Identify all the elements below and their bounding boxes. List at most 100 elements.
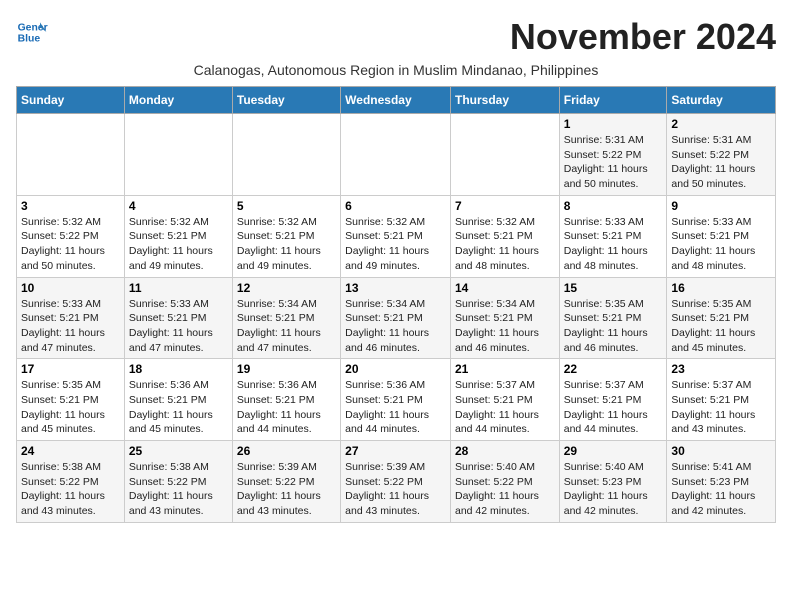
- day-number: 8: [564, 199, 663, 213]
- calendar-subtitle: Calanogas, Autonomous Region in Muslim M…: [16, 62, 776, 78]
- day-info: Sunrise: 5:39 AM Sunset: 5:22 PM Dayligh…: [345, 460, 446, 519]
- page-header: General Blue November 2024: [16, 16, 776, 58]
- day-info: Sunrise: 5:37 AM Sunset: 5:21 PM Dayligh…: [564, 378, 663, 437]
- day-number: 24: [21, 444, 120, 458]
- day-number: 3: [21, 199, 120, 213]
- day-number: 21: [455, 362, 555, 376]
- calendar-week-row: 17 Sunrise: 5:35 AM Sunset: 5:21 PM Dayli…: [17, 359, 776, 441]
- day-info: Sunrise: 5:34 AM Sunset: 5:21 PM Dayligh…: [237, 297, 336, 356]
- calendar-cell: 21 Sunrise: 5:37 AM Sunset: 5:21 PM Dayli…: [450, 359, 559, 441]
- calendar-cell: 17 Sunrise: 5:35 AM Sunset: 5:21 PM Dayli…: [17, 359, 125, 441]
- day-number: 27: [345, 444, 446, 458]
- day-number: 1: [564, 117, 663, 131]
- calendar-cell: 11Sunrise: 5:33 AM Sunset: 5:21 PM Dayli…: [124, 277, 232, 359]
- day-info: Sunrise: 5:32 AM Sunset: 5:21 PM Dayligh…: [345, 215, 446, 274]
- day-info: Sunrise: 5:32 AM Sunset: 5:21 PM Dayligh…: [129, 215, 228, 274]
- day-info: Sunrise: 5:36 AM Sunset: 5:21 PM Dayligh…: [237, 378, 336, 437]
- month-title: November 2024: [510, 16, 776, 58]
- day-info: Sunrise: 5:35 AM Sunset: 5:21 PM Dayligh…: [671, 297, 771, 356]
- calendar-cell: 14 Sunrise: 5:34 AM Sunset: 5:21 PM Dayli…: [450, 277, 559, 359]
- calendar-week-row: 3 Sunrise: 5:32 AM Sunset: 5:22 PM Daylig…: [17, 195, 776, 277]
- day-number: 18: [129, 362, 228, 376]
- day-info: Sunrise: 5:31 AM Sunset: 5:22 PM Dayligh…: [671, 133, 771, 192]
- day-info: Sunrise: 5:37 AM Sunset: 5:21 PM Dayligh…: [671, 378, 771, 437]
- calendar-cell: 2 Sunrise: 5:31 AM Sunset: 5:22 PM Daylig…: [667, 114, 776, 196]
- day-number: 28: [455, 444, 555, 458]
- calendar-cell: 22 Sunrise: 5:37 AM Sunset: 5:21 PM Dayli…: [559, 359, 667, 441]
- calendar-cell: [341, 114, 451, 196]
- weekday-header-wednesday: Wednesday: [341, 87, 451, 114]
- day-info: Sunrise: 5:31 AM Sunset: 5:22 PM Dayligh…: [564, 133, 663, 192]
- calendar-cell: 30 Sunrise: 5:41 AM Sunset: 5:23 PM Dayli…: [667, 441, 776, 523]
- calendar-cell: 7Sunrise: 5:32 AM Sunset: 5:21 PM Daylig…: [450, 195, 559, 277]
- weekday-header-tuesday: Tuesday: [232, 87, 340, 114]
- day-info: Sunrise: 5:36 AM Sunset: 5:21 PM Dayligh…: [129, 378, 228, 437]
- weekday-header-sunday: Sunday: [17, 87, 125, 114]
- day-info: Sunrise: 5:41 AM Sunset: 5:23 PM Dayligh…: [671, 460, 771, 519]
- day-number: 2: [671, 117, 771, 131]
- weekday-header-row: SundayMondayTuesdayWednesdayThursdayFrid…: [17, 87, 776, 114]
- calendar-week-row: 10Sunrise: 5:33 AM Sunset: 5:21 PM Dayli…: [17, 277, 776, 359]
- calendar-cell: 15 Sunrise: 5:35 AM Sunset: 5:21 PM Dayli…: [559, 277, 667, 359]
- weekday-header-friday: Friday: [559, 87, 667, 114]
- day-number: 20: [345, 362, 446, 376]
- day-info: Sunrise: 5:33 AM Sunset: 5:21 PM Dayligh…: [671, 215, 771, 274]
- calendar-cell: 1 Sunrise: 5:31 AM Sunset: 5:22 PM Daylig…: [559, 114, 667, 196]
- calendar-cell: 28Sunrise: 5:40 AM Sunset: 5:22 PM Dayli…: [450, 441, 559, 523]
- calendar-cell: 19 Sunrise: 5:36 AM Sunset: 5:21 PM Dayli…: [232, 359, 340, 441]
- day-info: Sunrise: 5:36 AM Sunset: 5:21 PM Dayligh…: [345, 378, 446, 437]
- day-info: Sunrise: 5:33 AM Sunset: 5:21 PM Dayligh…: [21, 297, 120, 356]
- weekday-header-monday: Monday: [124, 87, 232, 114]
- day-info: Sunrise: 5:37 AM Sunset: 5:21 PM Dayligh…: [455, 378, 555, 437]
- day-number: 7: [455, 199, 555, 213]
- day-info: Sunrise: 5:39 AM Sunset: 5:22 PM Dayligh…: [237, 460, 336, 519]
- calendar-cell: 26 Sunrise: 5:39 AM Sunset: 5:22 PM Dayli…: [232, 441, 340, 523]
- day-info: Sunrise: 5:35 AM Sunset: 5:21 PM Dayligh…: [564, 297, 663, 356]
- calendar-cell: 13Sunrise: 5:34 AM Sunset: 5:21 PM Dayli…: [341, 277, 451, 359]
- calendar-cell: [450, 114, 559, 196]
- day-number: 15: [564, 281, 663, 295]
- day-info: Sunrise: 5:32 AM Sunset: 5:21 PM Dayligh…: [237, 215, 336, 274]
- weekday-header-saturday: Saturday: [667, 87, 776, 114]
- day-number: 5: [237, 199, 336, 213]
- calendar-cell: 3 Sunrise: 5:32 AM Sunset: 5:22 PM Daylig…: [17, 195, 125, 277]
- day-number: 14: [455, 281, 555, 295]
- day-number: 19: [237, 362, 336, 376]
- day-number: 30: [671, 444, 771, 458]
- logo: General Blue: [16, 16, 48, 48]
- calendar-cell: 23 Sunrise: 5:37 AM Sunset: 5:21 PM Dayli…: [667, 359, 776, 441]
- day-number: 16: [671, 281, 771, 295]
- calendar-cell: 16 Sunrise: 5:35 AM Sunset: 5:21 PM Dayli…: [667, 277, 776, 359]
- day-number: 17: [21, 362, 120, 376]
- day-number: 6: [345, 199, 446, 213]
- calendar-cell: 24Sunrise: 5:38 AM Sunset: 5:22 PM Dayli…: [17, 441, 125, 523]
- day-number: 22: [564, 362, 663, 376]
- day-info: Sunrise: 5:35 AM Sunset: 5:21 PM Dayligh…: [21, 378, 120, 437]
- calendar-cell: 4 Sunrise: 5:32 AM Sunset: 5:21 PM Daylig…: [124, 195, 232, 277]
- day-info: Sunrise: 5:32 AM Sunset: 5:22 PM Dayligh…: [21, 215, 120, 274]
- day-info: Sunrise: 5:34 AM Sunset: 5:21 PM Dayligh…: [345, 297, 446, 356]
- calendar-table: SundayMondayTuesdayWednesdayThursdayFrid…: [16, 86, 776, 523]
- day-info: Sunrise: 5:33 AM Sunset: 5:21 PM Dayligh…: [564, 215, 663, 274]
- calendar-cell: 6 Sunrise: 5:32 AM Sunset: 5:21 PM Daylig…: [341, 195, 451, 277]
- calendar-cell: 20 Sunrise: 5:36 AM Sunset: 5:21 PM Dayli…: [341, 359, 451, 441]
- calendar-cell: 12Sunrise: 5:34 AM Sunset: 5:21 PM Dayli…: [232, 277, 340, 359]
- calendar-cell: [124, 114, 232, 196]
- calendar-cell: 8 Sunrise: 5:33 AM Sunset: 5:21 PM Daylig…: [559, 195, 667, 277]
- calendar-week-row: 24 Sunrise: 5:38 AM Sunset: 5:22 PM Dayli…: [17, 441, 776, 523]
- day-number: 26: [237, 444, 336, 458]
- calendar-week-row: 1 Sunrise: 5:31 AM Sunset: 5:22 PM Daylig…: [17, 114, 776, 196]
- day-info: Sunrise: 5:38 AM Sunset: 5:22 PM Dayligh…: [129, 460, 228, 519]
- day-number: 9: [671, 199, 771, 213]
- day-info: Sunrise: 5:34 AM Sunset: 5:21 PM Dayligh…: [455, 297, 555, 356]
- calendar-cell: [232, 114, 340, 196]
- calendar-cell: 27 Sunrise: 5:39 AM Sunset: 5:22 PM Dayli…: [341, 441, 451, 523]
- day-number: 23: [671, 362, 771, 376]
- calendar-cell: [17, 114, 125, 196]
- calendar-cell: 9 Sunrise: 5:33 AM Sunset: 5:21 PM Daylig…: [667, 195, 776, 277]
- weekday-header-thursday: Thursday: [450, 87, 559, 114]
- calendar-cell: 25Sunrise: 5:38 AM Sunset: 5:22 PM Dayli…: [124, 441, 232, 523]
- calendar-cell: 5 Sunrise: 5:32 AM Sunset: 5:21 PM Daylig…: [232, 195, 340, 277]
- calendar-cell: 10Sunrise: 5:33 AM Sunset: 5:21 PM Dayli…: [17, 277, 125, 359]
- day-number: 4: [129, 199, 228, 213]
